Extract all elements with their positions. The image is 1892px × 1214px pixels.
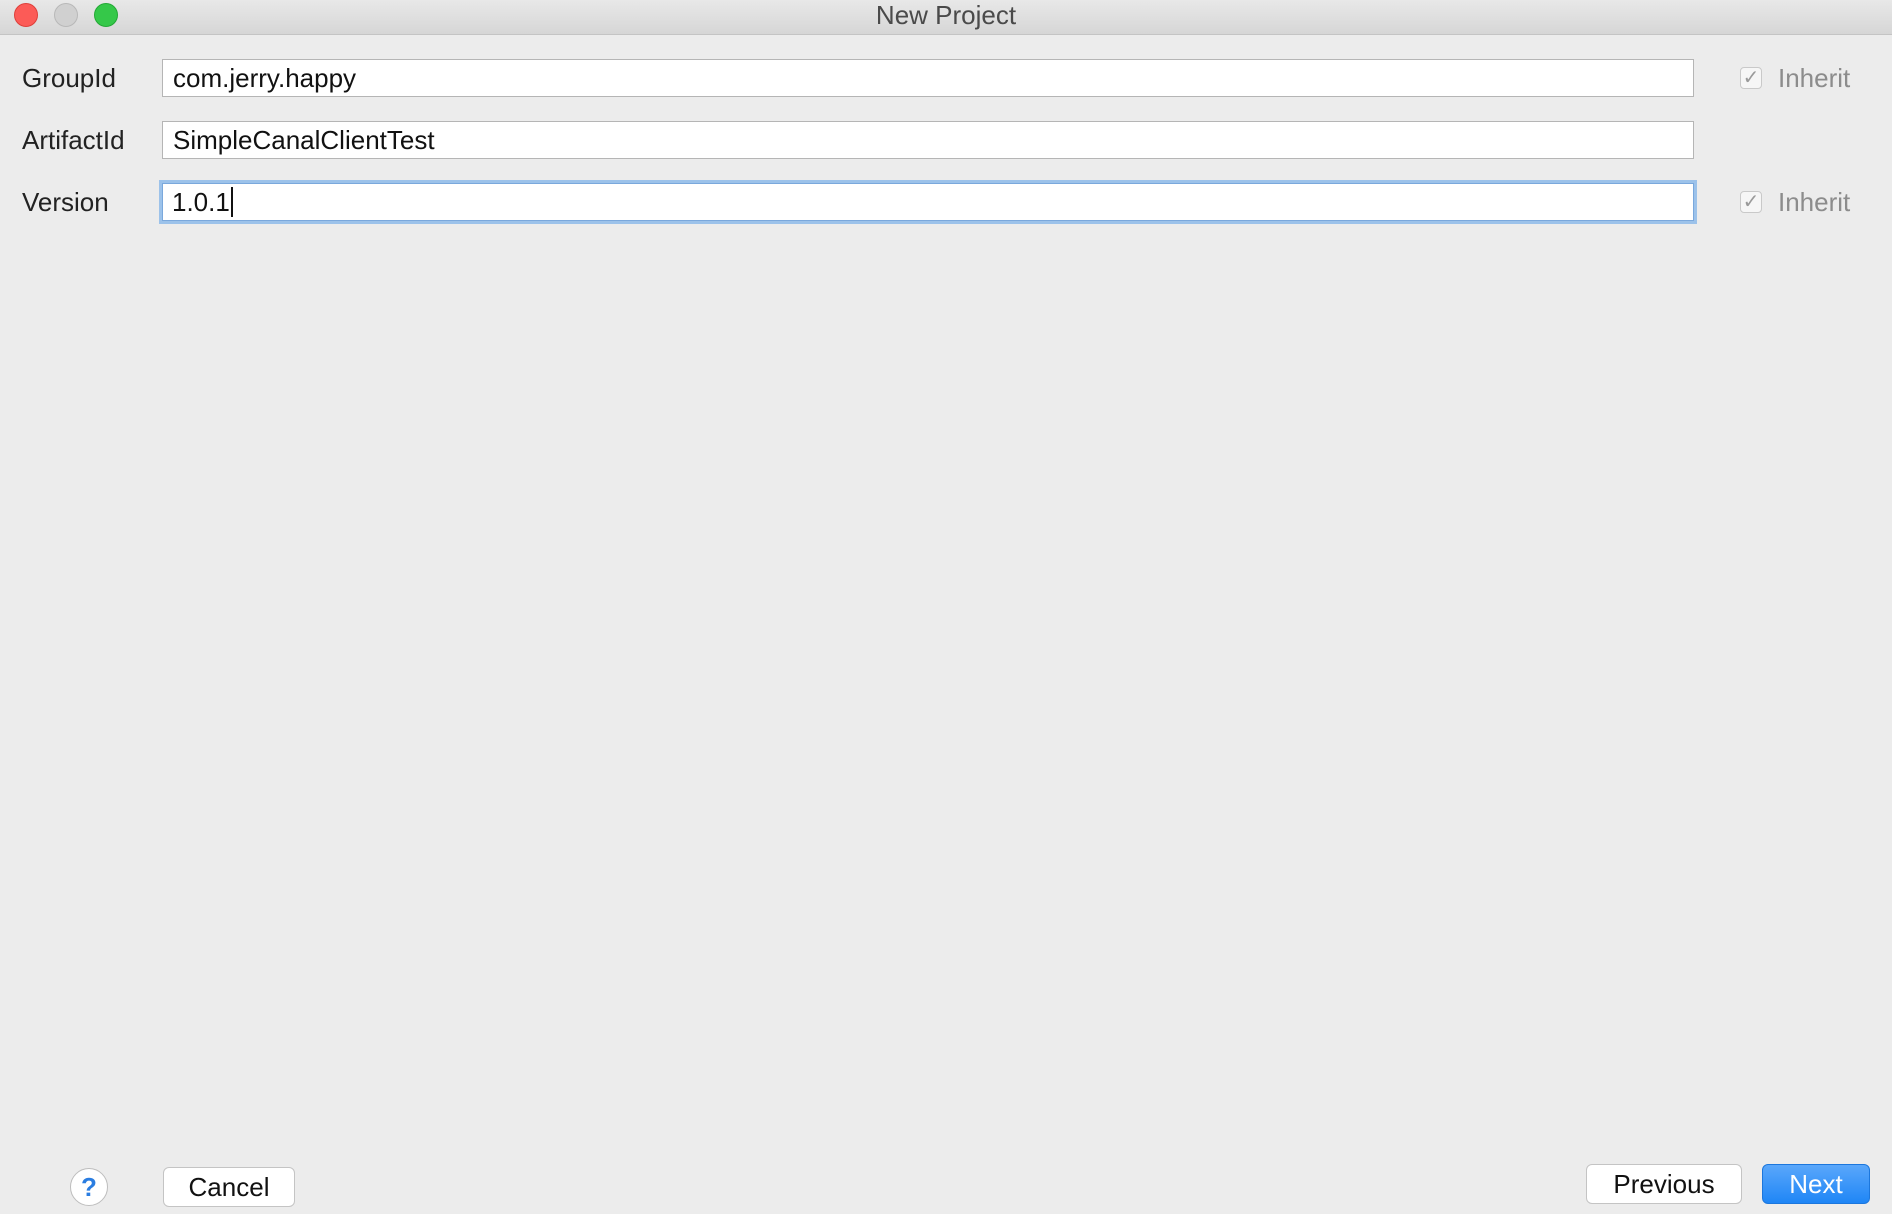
help-button[interactable]: ? bbox=[70, 1168, 108, 1206]
title-bar: New Project bbox=[0, 0, 1892, 35]
groupid-inherit-checkbox[interactable]: ✓ Inherit bbox=[1740, 58, 1850, 98]
question-icon: ? bbox=[81, 1172, 97, 1202]
groupid-value: com.jerry.happy bbox=[173, 63, 357, 93]
checkmark-icon: ✓ bbox=[1740, 191, 1762, 213]
groupid-label: GroupId bbox=[22, 63, 116, 93]
artifactid-label: ArtifactId bbox=[22, 125, 125, 155]
artifactid-value: SimpleCanalClientTest bbox=[173, 125, 435, 155]
new-project-window: New Project GroupId com.jerry.happy ✓ In… bbox=[0, 0, 1892, 1214]
text-caret bbox=[230, 187, 233, 218]
checkmark-icon: ✓ bbox=[1740, 67, 1762, 89]
groupid-inherit-label: Inherit bbox=[1778, 62, 1851, 93]
window-title: New Project bbox=[875, 0, 1017, 30]
next-button[interactable]: Next bbox=[1762, 1164, 1870, 1204]
version-input[interactable]: 1.0.1 bbox=[159, 180, 1697, 224]
artifactid-input[interactable]: SimpleCanalClientTest bbox=[162, 121, 1694, 159]
previous-button[interactable]: Previous bbox=[1586, 1164, 1742, 1204]
version-inherit-label: Inherit bbox=[1778, 186, 1851, 217]
version-inherit-checkbox[interactable]: ✓ Inherit bbox=[1740, 182, 1850, 222]
version-label: Version bbox=[22, 187, 109, 217]
cancel-button[interactable]: Cancel bbox=[163, 1167, 295, 1207]
groupid-input[interactable]: com.jerry.happy bbox=[162, 59, 1694, 97]
version-value: 1.0.1 bbox=[172, 187, 230, 217]
